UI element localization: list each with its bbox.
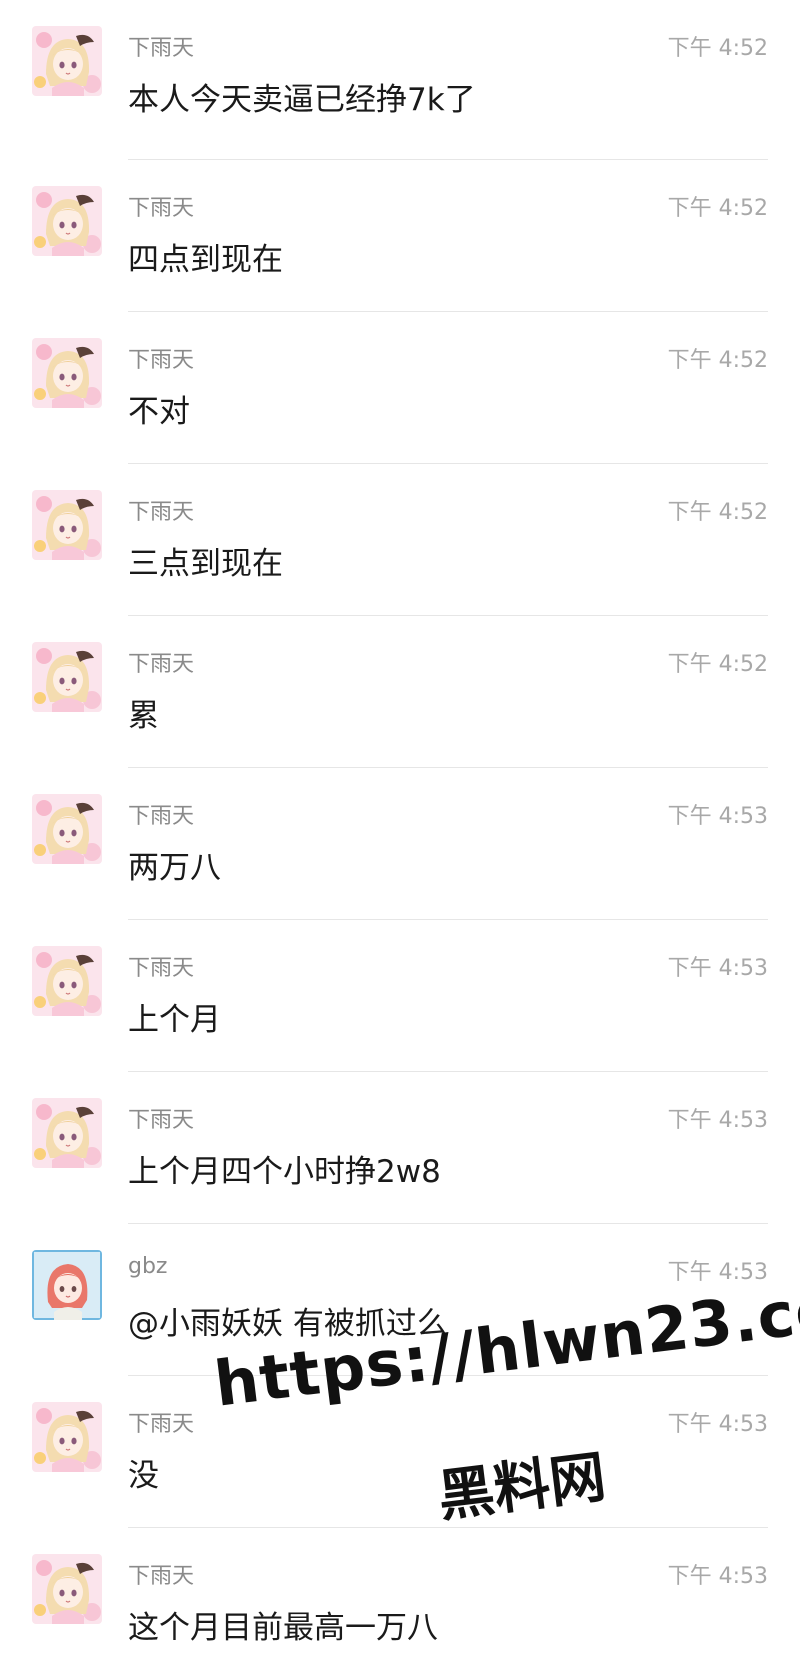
message-item[interactable]: 下雨天 下午 4:52 四点到现在 <box>0 160 800 312</box>
sender-name: 下雨天 <box>128 804 195 829</box>
message-text: 上个月四个小时挣2w8 <box>128 1154 441 1190</box>
message-text: 本人今天卖逼已经挣7k了 <box>128 82 476 118</box>
sender-name: 下雨天 <box>128 36 195 61</box>
message-text: 上个月 <box>128 1002 221 1038</box>
message-time: 下午 4:53 <box>667 1412 768 1437</box>
message-text: @小雨妖妖 有被抓过么 <box>128 1306 448 1342</box>
message-text: 累 <box>128 698 159 734</box>
sender-name: 下雨天 <box>128 1108 195 1133</box>
sender-name: 下雨天 <box>128 196 195 221</box>
message-time: 下午 4:52 <box>667 348 768 373</box>
message-text: 不对 <box>128 394 190 430</box>
sender-name: 下雨天 <box>128 1412 195 1437</box>
message-time: 下午 4:52 <box>667 36 768 61</box>
avatar[interactable] <box>32 1250 102 1320</box>
message-time: 下午 4:52 <box>667 652 768 677</box>
avatar[interactable] <box>32 1402 102 1472</box>
message-text: 没 <box>128 1458 159 1494</box>
avatar[interactable] <box>32 642 102 712</box>
message-item[interactable]: 下雨天 下午 4:53 没 <box>0 1376 800 1528</box>
sender-name: 下雨天 <box>128 1564 195 1589</box>
message-text: 这个月目前最高一万八 <box>128 1610 438 1646</box>
message-item[interactable]: 下雨天 下午 4:53 上个月 <box>0 920 800 1072</box>
message-item[interactable]: 下雨天 下午 4:53 上个月四个小时挣2w8 <box>0 1072 800 1224</box>
message-time: 下午 4:53 <box>667 804 768 829</box>
sender-name: 下雨天 <box>128 348 195 373</box>
message-text: 四点到现在 <box>128 242 283 278</box>
message-time: 下午 4:53 <box>667 1260 768 1285</box>
avatar[interactable] <box>32 794 102 864</box>
message-item[interactable]: 下雨天 下午 4:52 本人今天卖逼已经挣7k了 <box>0 0 800 160</box>
message-item[interactable]: 下雨天 下午 4:52 累 <box>0 616 800 768</box>
avatar[interactable] <box>32 490 102 560</box>
message-item[interactable]: gbz 下午 4:53 @小雨妖妖 有被抓过么 <box>0 1224 800 1376</box>
message-item[interactable]: 下雨天 下午 4:52 三点到现在 <box>0 464 800 616</box>
message-time: 下午 4:53 <box>667 1108 768 1133</box>
message-item[interactable]: 下雨天 下午 4:53 两万八 <box>0 768 800 920</box>
sender-name: 下雨天 <box>128 652 195 677</box>
avatar[interactable] <box>32 338 102 408</box>
message-time: 下午 4:52 <box>667 500 768 525</box>
message-item[interactable]: 下雨天 下午 4:53 这个月目前最高一万八 <box>0 1528 800 1680</box>
message-item[interactable]: 下雨天 下午 4:52 不对 <box>0 312 800 464</box>
sender-name: 下雨天 <box>128 500 195 525</box>
avatar[interactable] <box>32 946 102 1016</box>
avatar[interactable] <box>32 186 102 256</box>
message-text: 两万八 <box>128 850 221 886</box>
message-time: 下午 4:53 <box>667 1564 768 1589</box>
sender-name: 下雨天 <box>128 956 195 981</box>
avatar[interactable] <box>32 1554 102 1624</box>
message-time: 下午 4:52 <box>667 196 768 221</box>
avatar[interactable] <box>32 1098 102 1168</box>
message-text: 三点到现在 <box>128 546 283 582</box>
chat-message-list: 下雨天 下午 4:52 本人今天卖逼已经挣7k了 下雨天 下午 4:52 四点到… <box>0 0 800 1673</box>
sender-name: gbz <box>128 1254 168 1279</box>
message-time: 下午 4:53 <box>667 956 768 981</box>
avatar[interactable] <box>32 26 102 96</box>
